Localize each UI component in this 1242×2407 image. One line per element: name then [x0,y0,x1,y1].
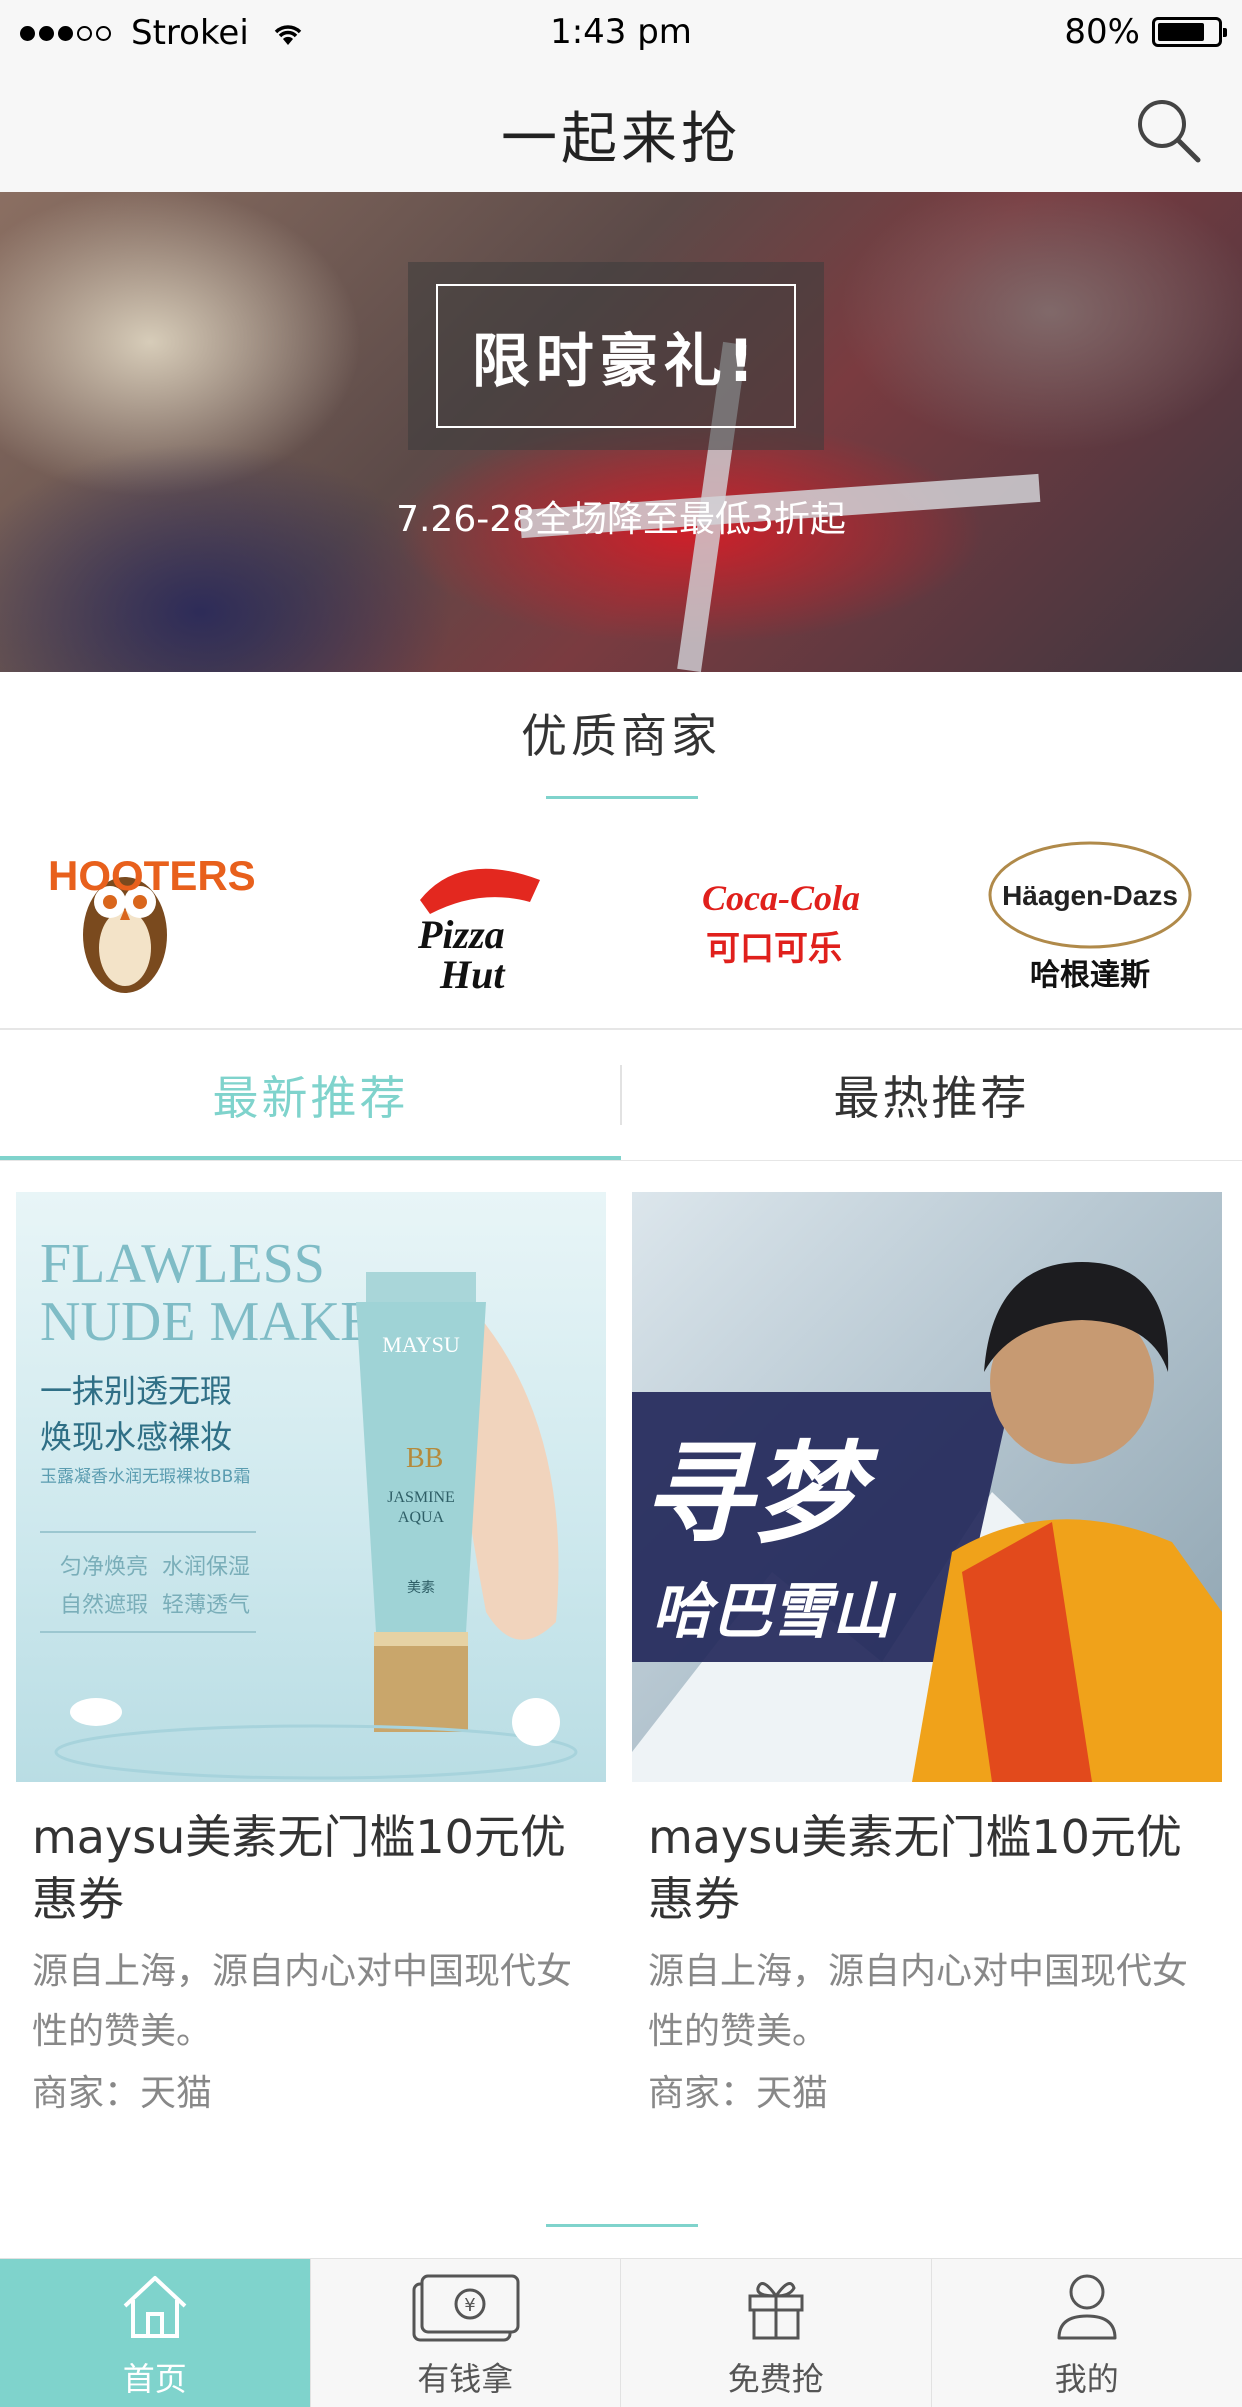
pizza-hut-logo: Pizza Hut [417,868,540,997]
svg-text:哈巴雪山: 哈巴雪山 [652,1577,897,1647]
status-bar: Strokei 1:43 pm 80% [0,0,1242,66]
battery-percent: 80% [1064,12,1140,52]
tab-separator [620,1065,622,1125]
svg-text:哈根達斯: 哈根達斯 [1030,958,1150,993]
hooters-logo: HOOTERS [48,852,256,993]
tab-bar-free[interactable]: 免费抢 [621,2259,932,2407]
svg-text:焕现水感裸妆: 焕现水感裸妆 [40,1418,232,1456]
page-title: 一起来抢 [501,107,741,172]
coupon-merchant: 商家：天猫 [648,2073,829,2114]
coupon-description: 源自上海，源自内心对中国现代女性的赞美。 [648,1951,1189,2052]
svg-text:JASMINE: JASMINE [387,1489,455,1506]
coupon-merchant: 商家：天猫 [32,2073,213,2114]
signal-strength-icon [20,25,111,41]
svg-text:寻梦: 寻梦 [642,1430,879,1558]
tabs-bottom-border [0,1160,1242,1161]
coupon-description: 源自上海，源自内心对中国现代女性的赞美。 [32,1951,573,2052]
status-right: 80% [1064,12,1227,52]
coupon-image-maysu: FLAWLESS NUDE MAKEUP 一抹别透无瑕 焕现水感裸妆 玉露凝香水… [16,1192,606,1782]
svg-text:AQUA: AQUA [398,1509,445,1526]
banner-headline: 限时豪礼! [436,284,796,428]
tab-bar-label: 免费抢 [727,2360,824,2398]
svg-text:轻薄透气: 轻薄透气 [162,1593,250,1618]
coupon-card[interactable]: 寻梦 哈巴雪山 maysu美素无门槛10元优惠券 源自上海，源自内心对中国现代女… [632,1192,1222,2124]
svg-text:HOOTERS: HOOTERS [48,852,256,899]
maysu-product-illustration: FLAWLESS NUDE MAKEUP 一抹别透无瑕 焕现水感裸妆 玉露凝香水… [40,1233,578,1780]
haagen-dazs-logo: Häagen-Dazs 哈根達斯 [988,841,1192,993]
merchant-logo-hooters[interactable]: HOOTERS [20,830,300,1010]
coupon-card[interactable]: FLAWLESS NUDE MAKEUP 一抹别透无瑕 焕现水感裸妆 玉露凝香水… [16,1192,606,2124]
coupon-title: maysu美素无门槛10元优惠券 [648,1810,1182,1926]
svg-text:美素: 美素 [407,1580,435,1596]
promo-banner[interactable]: 限时豪礼! 7.26-28全场降至最低3折起 [0,192,1242,672]
snow-mountain-illustration: 寻梦 哈巴雪山 [632,1262,1222,1782]
coca-cola-logo: Coca-Cola 可口可乐 [702,878,860,969]
battery-level [1158,23,1205,41]
nav-bar: 一起来抢 [0,66,1242,192]
svg-text:水润保湿: 水润保湿 [162,1555,250,1580]
svg-text:BB: BB [406,1443,443,1474]
gift-icon [748,2282,804,2340]
svg-text:一抹别透无瑕: 一抹别透无瑕 [40,1372,232,1410]
svg-text:MAYSU: MAYSU [382,1332,460,1357]
search-icon[interactable] [1134,96,1204,166]
svg-text:Häagen-Dazs: Häagen-Dazs [1002,880,1178,911]
tab-newest[interactable]: 最新推荐 [0,1030,621,1160]
wifi-icon [274,25,302,45]
bottom-tab-bar: 首页 ¥ 有钱拿 免费抢 我的 [0,2258,1242,2407]
money-icon: ¥ [412,2274,520,2342]
tab-hottest[interactable]: 最热推荐 [621,1030,1242,1160]
svg-text:Pizza: Pizza [417,912,505,957]
merchant-logo-pizza-hut[interactable]: Pizza Hut [380,830,580,1010]
tab-bar-label: 首页 [122,2360,187,2398]
merchant-logo-coca-cola[interactable]: Coca-Cola 可口可乐 [680,830,880,1010]
merchants-section-title: 优质商家 [521,709,721,763]
svg-text:匀净焕亮: 匀净焕亮 [60,1555,148,1580]
tab-bar-me[interactable]: 我的 [932,2259,1242,2407]
status-left: Strokei [20,13,305,53]
coupon-image-snow-mountain: 寻梦 哈巴雪山 [632,1192,1222,1782]
svg-text:玉露凝香水润无瑕裸妆BB霜: 玉露凝香水润无瑕裸妆BB霜 [40,1467,250,1487]
svg-text:¥: ¥ [465,2295,476,2316]
coupon-title: maysu美素无门槛10元优惠券 [32,1810,566,1926]
tab-bar-label: 有钱拿 [417,2360,514,2398]
svg-text:自然遮瑕: 自然遮瑕 [60,1593,148,1618]
tab-bar-home[interactable]: 首页 [0,2259,311,2407]
svg-text:FLAWLESS: FLAWLESS [40,1233,325,1295]
tab-bar-money[interactable]: ¥ 有钱拿 [311,2259,621,2407]
user-icon [1057,2274,1117,2340]
banner-subtitle: 7.26-28全场降至最低3折起 [396,499,846,540]
svg-text:Hut: Hut [439,952,506,997]
svg-text:Coca-Cola: Coca-Cola [702,878,860,918]
battery-icon [1152,17,1227,47]
svg-text:可口可乐: 可口可乐 [706,929,842,969]
tab-bar-label: 我的 [1054,2360,1119,2398]
merchant-logo-haagen-dazs[interactable]: Häagen-Dazs 哈根達斯 [980,830,1200,1010]
section-title-underline [546,796,698,799]
list-end-indicator [546,2224,698,2227]
carrier-name: Strokei [131,13,249,53]
home-icon [123,2276,187,2338]
